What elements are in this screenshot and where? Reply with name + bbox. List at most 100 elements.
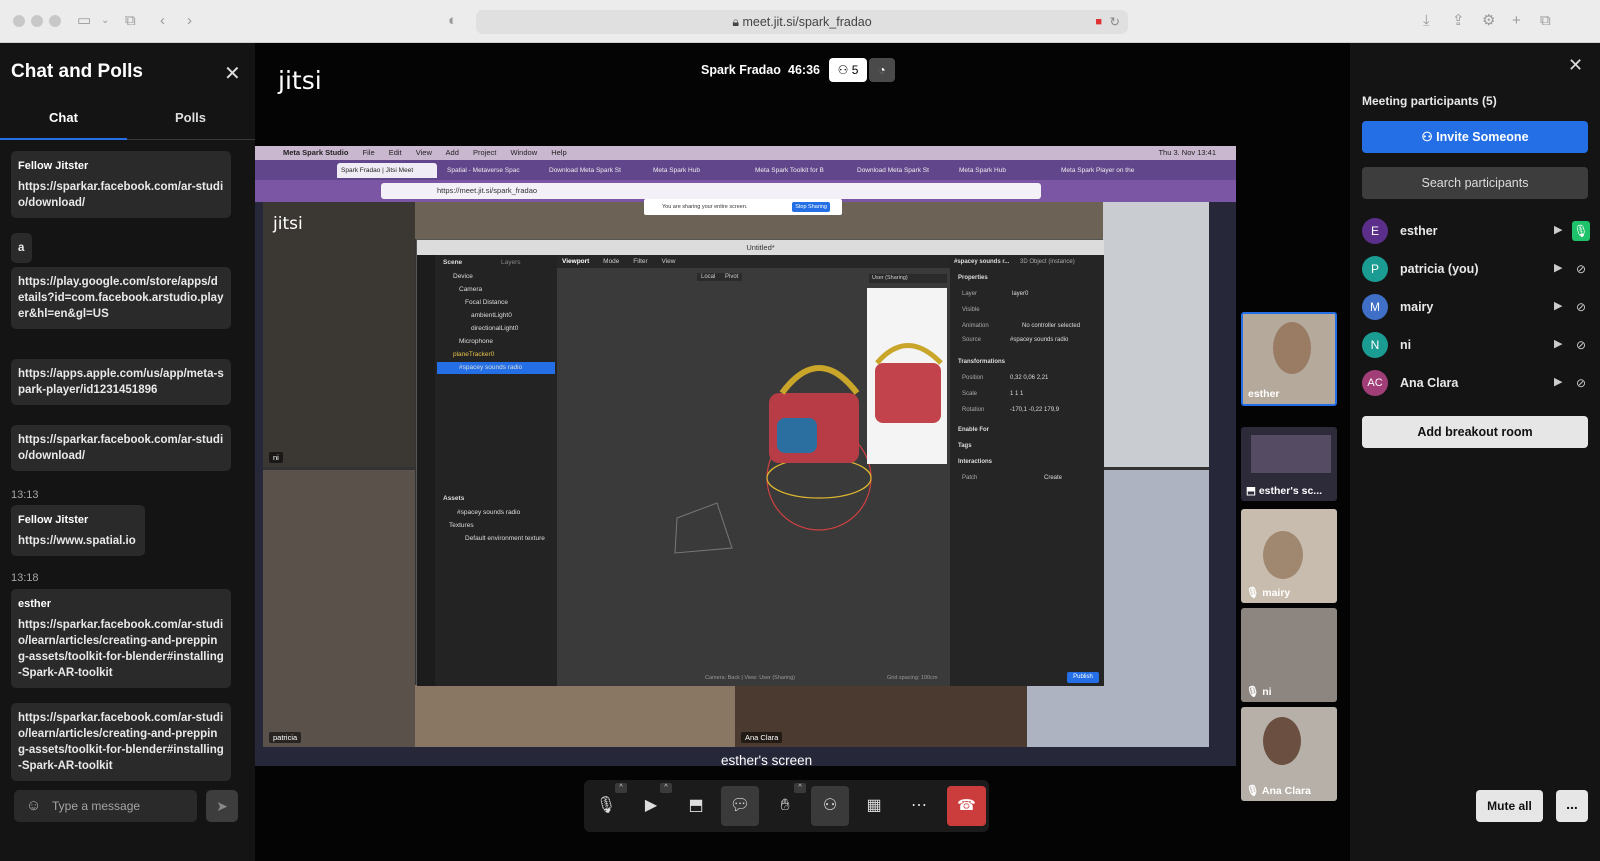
chat-toggle-icon[interactable]: 💬︎ [721,786,759,826]
mac-menu-item: Project [473,148,497,157]
new-tab-icon[interactable]: + [1512,12,1521,30]
viewport-tab: Viewport [562,258,590,265]
prop-value: -170,1 -0,22 179,9 [1010,407,1060,413]
participant-name: patricia (you) [1400,262,1479,276]
thumbnail-name: esther's sc... [1258,485,1323,497]
mac-menu-item: File [362,148,375,157]
participants-panel: ✕ Meeting participants (5) ⚇ Invite Some… [1350,43,1600,861]
back-icon[interactable]: ‹ [160,12,165,30]
participant-count-badge[interactable]: ⚇ 5 [829,58,867,82]
assets-title: Assets [443,495,465,502]
close-participants-icon[interactable]: ✕ [1568,55,1583,76]
close-chat-icon[interactable]: ✕ [224,61,241,86]
participant-row[interactable]: N ni ▶︎ ⊘ [1362,332,1588,358]
forward-icon[interactable]: › [187,12,192,30]
reactions-caret[interactable]: ^ [794,783,806,793]
message-link[interactable]: https://sparkar.facebook.com/ar-studio/d… [18,434,223,462]
avatar: M [1362,294,1388,320]
spark-nav-rail [417,255,435,686]
screen-sharing-notice: You are sharing your entire screen. Stop… [644,199,842,215]
scene-item: directionalLight0 [471,325,519,332]
participant-row[interactable]: P patricia (you) ▶︎ ⊘ [1362,256,1588,282]
avatar: E [1362,218,1388,244]
video-settings-caret[interactable]: ^ [660,783,672,793]
send-message-button[interactable]: ➤ [206,790,238,822]
shared-screen: Meta Spark Studio File Edit View Add Pro… [255,146,1236,766]
meeting-toolbar: 🎙︎ ^ ▶︎ ^ ⬒ 💬︎ ✋︎ ^ ⚇ ▦ ⋯ ☎︎ [584,780,989,832]
message-link[interactable]: https://sparkar.facebook.com/ar-studio/l… [18,712,224,772]
camera-in-use-icon[interactable]: ■ [1095,10,1102,34]
video-thumbnail[interactable]: 🎙︎ ni [1241,608,1337,702]
invite-someone-button[interactable]: ⚇ Invite Someone [1362,121,1588,153]
tile-view-icon[interactable]: ▦ [855,786,893,826]
tab-polls[interactable]: Polls [127,108,254,140]
video-thumbnail[interactable]: ⬒ esther's sc... [1241,427,1337,501]
chat-message: a [11,233,32,263]
participant-row[interactable]: E esther ▶︎ 🎙︎ [1362,218,1590,244]
participants-icon: ⚇ [837,63,849,77]
chat-message: https://sparkar.facebook.com/ar-studio/d… [11,425,231,471]
prop-value: #spacey sounds radio [1010,337,1069,343]
message-text: a [18,242,25,254]
video-thumbnail[interactable]: 🎙︎ Ana Clara [1241,707,1337,801]
video-thumbnail[interactable]: 🎙︎ mairy [1241,509,1337,603]
download-icon[interactable]: ⤓ [1423,12,1430,30]
mute-all-button[interactable]: Mute all [1476,790,1543,822]
message-link[interactable]: https://www.spatial.io [18,535,136,547]
chat-message-list[interactable]: Fellow Jitster https://sparkar.facebook.… [0,151,255,841]
reload-icon[interactable]: ↻ [1110,10,1120,34]
microphone-muted-icon: ⊘ [1575,262,1587,276]
avatar: N [1362,332,1388,358]
emoji-icon[interactable]: ☺ [26,790,41,822]
camera-status: Camera: Back | View: User (Sharing) [705,675,795,681]
privacy-shield-icon[interactable]: ◐ [448,12,457,30]
screen-share-icon[interactable]: ⬒ [677,786,715,826]
prop-label: Layer [962,291,978,297]
viewport-tab: Filter [633,258,648,265]
chevron-down-icon[interactable]: ⌄ [101,12,109,30]
lock-icon: 🔒︎ [732,15,739,29]
avatar: AC [1362,370,1388,396]
participant-count: 5 [851,63,859,77]
participant-row[interactable]: M mairy ▶︎ ⊘ [1362,294,1588,320]
share-icon[interactable]: ⇪ [1452,12,1465,30]
thumbnail-name: Ana Clara [1261,785,1311,797]
message-link[interactable]: https://play.google.com/store/apps/detai… [18,276,223,320]
prop-section: Enable For [958,427,990,433]
performance-settings-icon[interactable]: ◔ [869,58,895,82]
participant-row[interactable]: AC Ana Clara ▶︎ ⊘ [1362,370,1588,396]
chat-message: esther https://sparkar.facebook.com/ar-s… [11,589,231,688]
search-participants-input[interactable]: Search participants [1362,167,1588,199]
chat-message: https://play.google.com/store/apps/detai… [11,267,231,329]
tabs-icon[interactable]: ⧉ [1540,12,1551,30]
hangup-button[interactable]: ☎︎ [947,786,986,826]
mac-menu-bar: Meta Spark Studio File Edit View Add Pro… [255,146,1236,160]
scene-item: Microphone [459,338,493,345]
add-breakout-room-button[interactable]: Add breakout room [1362,416,1588,448]
address-bar[interactable]: 🔒︎ meet.jit.si/spark_fradao ■ ↻ [476,10,1128,34]
tab-overview-icon[interactable]: ⧉ [125,12,136,30]
close-window-button[interactable] [13,15,25,27]
zoom-window-button[interactable] [49,15,61,27]
participants-icon[interactable]: ⚇ [811,786,849,826]
message-link[interactable]: https://sparkar.facebook.com/ar-studio/d… [18,181,223,209]
mac-clock: Thu 3. Nov 13:41 [1158,148,1216,157]
message-timestamp: 13:18 [11,572,39,584]
sidebar-toggle-icon[interactable]: ▭ [77,12,91,30]
audio-settings-caret[interactable]: ^ [615,783,627,793]
more-actions-icon[interactable]: ⋯ [900,786,938,826]
scene-item: Device [453,273,473,280]
more-options-button[interactable]: ... [1556,790,1588,822]
message-link[interactable]: https://apps.apple.com/us/app/meta-spark… [18,368,224,396]
settings-icon[interactable]: ⚙ [1482,12,1495,30]
message-link[interactable]: https://sparkar.facebook.com/ar-studio/l… [18,619,224,679]
asset-item: Textures [449,522,474,529]
chat-message-input[interactable]: ☺ Type a message [14,790,197,822]
tab-chat[interactable]: Chat [0,108,127,140]
minimize-window-button[interactable] [31,15,43,27]
jitsi-logo[interactable]: jitsi [278,66,322,95]
video-thumbnail[interactable]: esther [1241,312,1337,406]
participant-name: esther [1400,224,1438,238]
thumbnail-label: 🎙︎ Ana Clara [1246,784,1311,797]
prop-label: Visible [962,307,980,313]
